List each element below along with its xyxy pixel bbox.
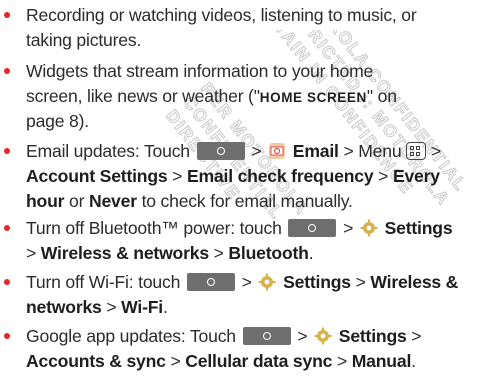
text-run: Turn off Bluetooth™ power: touch: [26, 218, 282, 238]
every-hour-label: Every: [392, 166, 440, 186]
path-separator: >: [172, 166, 183, 186]
text-line: Recording or watching videos, listening …: [26, 5, 417, 25]
wireless-networks-label: Wireless & networks: [40, 243, 209, 263]
text-line: page 8).: [26, 111, 89, 131]
manual-label: Manual: [351, 351, 412, 371]
text-line: Widgets that stream information to your …: [26, 61, 374, 81]
bluetooth-label: Bluetooth: [228, 243, 309, 263]
path-separator: >: [26, 243, 37, 263]
cellular-data-sync-label: Cellular data sync: [185, 351, 333, 371]
manual-page: MOTOROLA CONFIDENTIAL RESTRICTED :: MOTO…: [0, 0, 503, 377]
text-run: or: [69, 191, 85, 211]
path-separator: >: [355, 272, 366, 292]
email-app-icon: [269, 143, 286, 159]
email-label: Email: [292, 141, 339, 161]
bullet-dot: [4, 279, 10, 285]
path-separator: >: [411, 326, 422, 346]
text-line: taking pictures.: [26, 30, 142, 50]
text-run: " on: [366, 86, 397, 106]
path-separator: >: [430, 141, 441, 161]
list-item-text: Recording or watching videos, listening …: [26, 3, 497, 53]
list-item-text: Widgets that stream information to your …: [26, 59, 497, 134]
never-label: Never: [88, 191, 137, 211]
settings-gear-icon: [258, 273, 276, 291]
email-check-frequency-label: Email check frequency: [186, 166, 374, 186]
settings-label: Settings: [338, 326, 407, 346]
text-run: screen, like news or weather (": [26, 86, 260, 106]
path-separator: >: [378, 166, 389, 186]
every-hour-label: hour: [26, 191, 65, 211]
path-separator: >: [343, 218, 354, 238]
home-key-icon: [196, 142, 245, 160]
menu-key-icon: [406, 142, 427, 160]
settings-gear-icon: [360, 219, 378, 237]
path-separator: >: [170, 351, 181, 371]
home-key-icon: [186, 273, 235, 291]
list-item-text: Google app updates: Touch > Settings > A…: [26, 324, 497, 374]
text-run: .: [308, 243, 314, 263]
text-run: .: [162, 297, 168, 317]
account-settings-label: Account Settings: [26, 166, 168, 186]
text-line: Turn off Wi-Fi: touch > Settings > Wirel…: [26, 270, 497, 295]
bullet-dot: [4, 333, 10, 339]
wireless-networks-label: networks: [26, 297, 102, 317]
home-key-icon: [288, 219, 337, 237]
text-line: Email updates: Touch > Email > Menu >: [26, 139, 497, 164]
accounts-sync-label: Accounts & sync: [26, 351, 166, 371]
text-line: Google app updates: Touch > Settings >: [26, 324, 497, 349]
text-line: Accounts & sync > Cellular data sync > M…: [26, 349, 497, 374]
settings-label: Settings: [384, 218, 453, 238]
text-line: networks > Wi-Fi.: [26, 295, 497, 320]
settings-label: Settings: [283, 272, 351, 292]
list-item-text: Turn off Bluetooth™ power: touch > Setti…: [26, 216, 497, 266]
text-line: Account Settings > Email check frequency…: [26, 164, 497, 189]
text-run: .: [411, 351, 416, 371]
bullet-dot: [4, 148, 10, 154]
bullet-dot: [4, 68, 10, 74]
path-separator: >: [251, 141, 262, 161]
home-screen-xref[interactable]: HOME SCREEN: [260, 90, 367, 105]
wireless-networks-label: Wireless &: [370, 272, 459, 292]
home-key-icon: [242, 327, 291, 345]
settings-gear-icon: [314, 327, 332, 345]
bullet-dot: [4, 225, 10, 231]
text-line: Turn off Bluetooth™ power: touch > Setti…: [26, 216, 497, 241]
bullet-dot: [4, 12, 10, 18]
path-separator: >: [336, 351, 348, 371]
path-separator: >: [106, 297, 117, 317]
path-separator: >: [297, 326, 308, 346]
text-run: to check for email manually.: [141, 191, 353, 211]
wifi-label: Wi-Fi: [121, 297, 163, 317]
path-separator: >: [213, 243, 224, 263]
text-run: Google app updates: Touch: [26, 326, 236, 346]
path-separator: >: [241, 272, 252, 292]
text-line: > Wireless & networks > Bluetooth.: [26, 241, 497, 266]
text-run: Email updates: Touch: [26, 141, 190, 161]
text-run: Turn off Wi-Fi: touch: [26, 272, 181, 292]
text-run: > Menu: [343, 141, 402, 161]
list-item-text: Email updates: Touch > Email > Menu > Ac…: [26, 139, 497, 214]
text-line: screen, like news or weather ("HOME SCRE…: [26, 84, 497, 109]
text-line: hour or Never to check for email manuall…: [26, 189, 497, 214]
list-item-text: Turn off Wi-Fi: touch > Settings > Wirel…: [26, 270, 497, 320]
